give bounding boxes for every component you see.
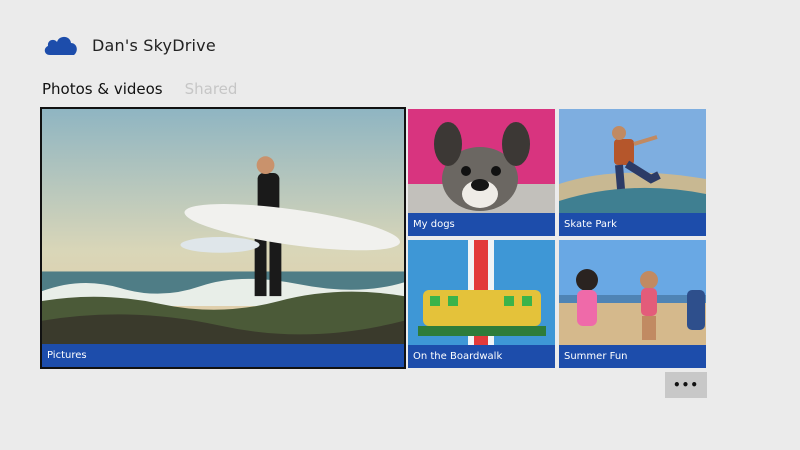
- tile-on-the-boardwalk[interactable]: On the Boardwalk: [408, 240, 555, 368]
- tab-photos-videos[interactable]: Photos & videos: [42, 80, 163, 98]
- tab-shared[interactable]: Shared: [185, 80, 238, 98]
- tile-label: My dogs: [408, 213, 555, 236]
- tab-bar: Photos & videos Shared: [42, 80, 237, 98]
- tile-label: Pictures: [42, 344, 404, 367]
- tile-pictures[interactable]: Pictures: [40, 107, 406, 369]
- more-button[interactable]: •••: [665, 372, 707, 398]
- tile-label: Summer Fun: [559, 345, 706, 368]
- tile-summer-fun[interactable]: Summer Fun: [559, 240, 706, 368]
- app-header: Dan's SkyDrive: [42, 30, 216, 60]
- tile-label: Skate Park: [559, 213, 706, 236]
- surfer-photo: [42, 109, 404, 367]
- tile-label: On the Boardwalk: [408, 345, 555, 368]
- cloud-icon: [44, 36, 77, 55]
- tile-skate-park[interactable]: Skate Park: [559, 109, 706, 236]
- page-title: Dan's SkyDrive: [92, 35, 216, 55]
- tile-my-dogs[interactable]: My dogs: [408, 109, 555, 236]
- more-icon: •••: [672, 378, 699, 392]
